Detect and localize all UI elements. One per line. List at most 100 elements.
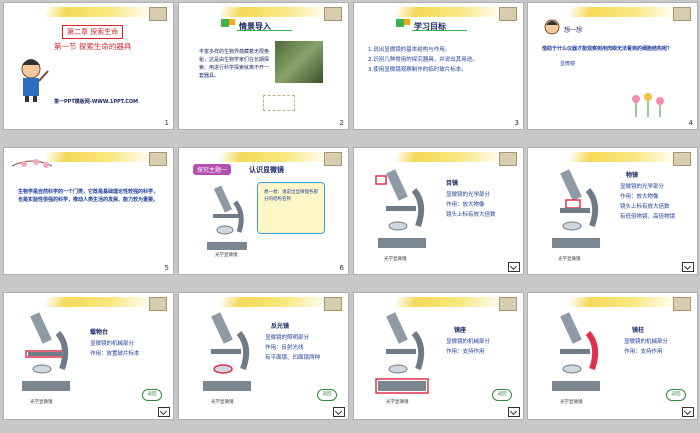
slide-thumbnail-8[interactable]: 光学显微镜 物镜 显微镜的光学部分 作用：放大物像 镜头上标有放大倍数 有低倍物… (527, 147, 698, 275)
brush-decoration (566, 152, 680, 162)
heading-underline (237, 30, 292, 31)
part-detail: 作用：放大物像 (620, 194, 659, 200)
part-detail: 作用：反射光线 (265, 345, 304, 351)
return-button[interactable]: 返回 (492, 389, 512, 401)
microscope-caption: 光学显微镜 (384, 257, 407, 262)
part-detail: 镜头上标有放大倍数 (446, 212, 496, 218)
microscope-caption: 光学显微镜 (211, 400, 234, 405)
slide-nav-icon[interactable] (333, 407, 345, 417)
slide-number: 1 (164, 119, 169, 127)
bubble-text: 想一想：请说出显微镜各部分的结构名称 (264, 190, 318, 202)
slide-nav-icon[interactable] (158, 407, 170, 417)
slide-heading: 想一想 (564, 27, 583, 34)
brush-decoration (566, 7, 680, 17)
brush-decoration (392, 7, 506, 17)
slide-thumbnail-9[interactable]: 光学显微镜 载物台 显微镜的机械部分 作用：放置玻片标本 返回 (3, 292, 174, 420)
scroll-icon (499, 297, 517, 311)
microscope-caption: 光学显微镜 (30, 400, 53, 405)
part-detail: 显微镜的照明部分 (265, 335, 310, 341)
puzzle-icon (396, 19, 404, 27)
slide-thumbnail-5[interactable]: 生物学是自然科学的一个门类，它既是基础理论性较强的科学，也是实验性很强的科学，推… (3, 147, 174, 275)
thinking-child-icon (544, 19, 560, 35)
part-detail: 作用：放大物像 (446, 202, 485, 208)
footer-text: 第一PPT模板网-WWW.1PPT.COM (54, 99, 139, 105)
return-button[interactable]: 返回 (317, 389, 337, 401)
brush-decoration (217, 152, 331, 162)
part-detail: 作用：支持作用 (624, 349, 663, 355)
scroll-icon (149, 7, 167, 21)
part-detail: 显微镜的光学部分 (446, 192, 491, 198)
part-detail: 镜头上标有放大倍数 (620, 204, 670, 210)
brush-decoration (42, 152, 156, 162)
microscope-image (375, 312, 429, 394)
return-button[interactable]: 返回 (666, 389, 686, 401)
slide-thumbnail-1[interactable]: 第二章 探索生命 第一节 探索生命的器具 第一PPT模板网-WWW.1PPT.C… (3, 2, 174, 130)
castle-decoration (263, 95, 295, 111)
microscope-caption: 光学显微镜 (558, 257, 581, 262)
part-label: 反光镜 (271, 323, 290, 330)
slide-sorter-grid: 第二章 探索生命 第一节 探索生命的器具 第一PPT模板网-WWW.1PPT.C… (0, 0, 700, 433)
objective-item: 1.说出显微镜的基本结构与作用。 (368, 47, 451, 53)
part-label: 镜座 (454, 327, 467, 334)
slide-nav-icon[interactable] (508, 407, 520, 417)
theme-title: 认识显微镜 (249, 166, 284, 174)
brush-decoration (42, 7, 156, 17)
slide-thumbnail-12[interactable]: 光学显微镜 镜柱 显微镜的机械部分 作用：支持作用 返回 (527, 292, 698, 420)
microscope-image (375, 169, 426, 248)
slide-thumbnail-11[interactable]: 光学显微镜 镜座 显微镜的机械部分 作用：支持作用 返回 (353, 292, 524, 420)
scroll-icon (149, 297, 167, 311)
microscope-caption: 光学显微镜 (560, 400, 583, 405)
slide-thumbnail-7[interactable]: 光学显微镜 目镜 显微镜的光学部分 作用：放大物像 镜头上标有放大倍数 (353, 147, 524, 275)
microscope-image (552, 312, 600, 391)
intro-text: 丰富多样的生物界蕴藏着无限奥秘，这是由生物学家们在长期探索、用进行科学探索就离不… (199, 49, 270, 79)
cherry-blossom-decoration (11, 156, 53, 174)
brush-decoration (42, 297, 156, 307)
brush-decoration (217, 297, 331, 307)
scroll-icon (324, 7, 342, 21)
heading-underline (412, 30, 467, 31)
slide-nav-icon[interactable] (682, 262, 694, 272)
answer-text: 显微镜 (560, 61, 576, 67)
part-detail: 有低倍物镜、高倍物镜 (620, 214, 676, 220)
slide-title: 第一节 探索生命的器具 (54, 42, 132, 51)
slide-number: 3 (514, 119, 519, 127)
theme-badge: 探究主题一 (193, 164, 232, 175)
chapter-label: 第二章 探索生命 (62, 25, 124, 39)
objective-item: 3.使用显微镜观察制作的临时玻片标本。 (368, 67, 467, 73)
microscope-caption: 光学显微镜 (386, 400, 409, 405)
slide-thumbnail-10[interactable]: 光学显微镜 反光镜 显微镜的照明部分 作用：反射光线 有平面镜、凹面镜两种 返回 (178, 292, 349, 420)
slide-number: 4 (688, 119, 693, 127)
objective-item: 2.识别几种常用的探究器具，并说出其用途。 (368, 57, 478, 63)
scroll-icon (673, 152, 691, 166)
slide-number: 5 (164, 264, 169, 272)
slide-nav-icon[interactable] (508, 262, 520, 272)
brush-decoration (217, 7, 331, 17)
slide-number: 6 (339, 264, 344, 272)
brush-decoration (392, 297, 506, 307)
part-detail: 有平面镜、凹面镜两种 (265, 355, 321, 361)
slide-thumbnail-3[interactable]: 学习目标 1.说出显微镜的基本结构与作用。 2.识别几种常用的探究器具，并说出其… (353, 2, 524, 130)
part-detail: 显微镜的机械部分 (446, 339, 491, 345)
intro-text: 生物学是自然科学的一个门类，它既是基础理论性较强的科学，也是实验性很强的科学，推… (18, 189, 159, 203)
part-detail: 作用：放置玻片标本 (90, 351, 140, 357)
puzzle-icon (229, 19, 235, 25)
microscope-image (552, 169, 600, 248)
slide-thumbnail-6[interactable]: 探究主题一 认识显微镜 想一想：请说出显微镜各部分的结构名称 光学显微镜 6 (178, 147, 349, 275)
puzzle-icon (404, 19, 410, 25)
speech-bubble: 想一想：请说出显微镜各部分的结构名称 (257, 182, 325, 234)
flower-decoration (628, 91, 664, 117)
slide-number: 2 (339, 119, 344, 127)
part-detail: 显微镜的机械部分 (90, 341, 135, 347)
part-detail: 作用：支持作用 (446, 349, 485, 355)
brush-decoration (566, 297, 680, 307)
microscope-caption: 光学显微镜 (215, 253, 238, 258)
microscope-image (203, 312, 251, 391)
part-label: 目镜 (446, 180, 459, 187)
slide-thumbnail-4[interactable]: 想一想 借助于什么仪器才能观察到用肉眼无法看到的细胞结构呢？ 显微镜 4 (527, 2, 698, 130)
scroll-icon (324, 297, 342, 311)
part-label: 镜柱 (632, 327, 645, 334)
slide-nav-icon[interactable] (682, 407, 694, 417)
slide-thumbnail-2[interactable]: 情景导入 丰富多样的生物界蕴藏着无限奥秘，这是由生物学家们在长期探索、用进行科学… (178, 2, 349, 130)
return-button[interactable]: 返回 (142, 389, 162, 401)
scroll-icon (499, 152, 517, 166)
